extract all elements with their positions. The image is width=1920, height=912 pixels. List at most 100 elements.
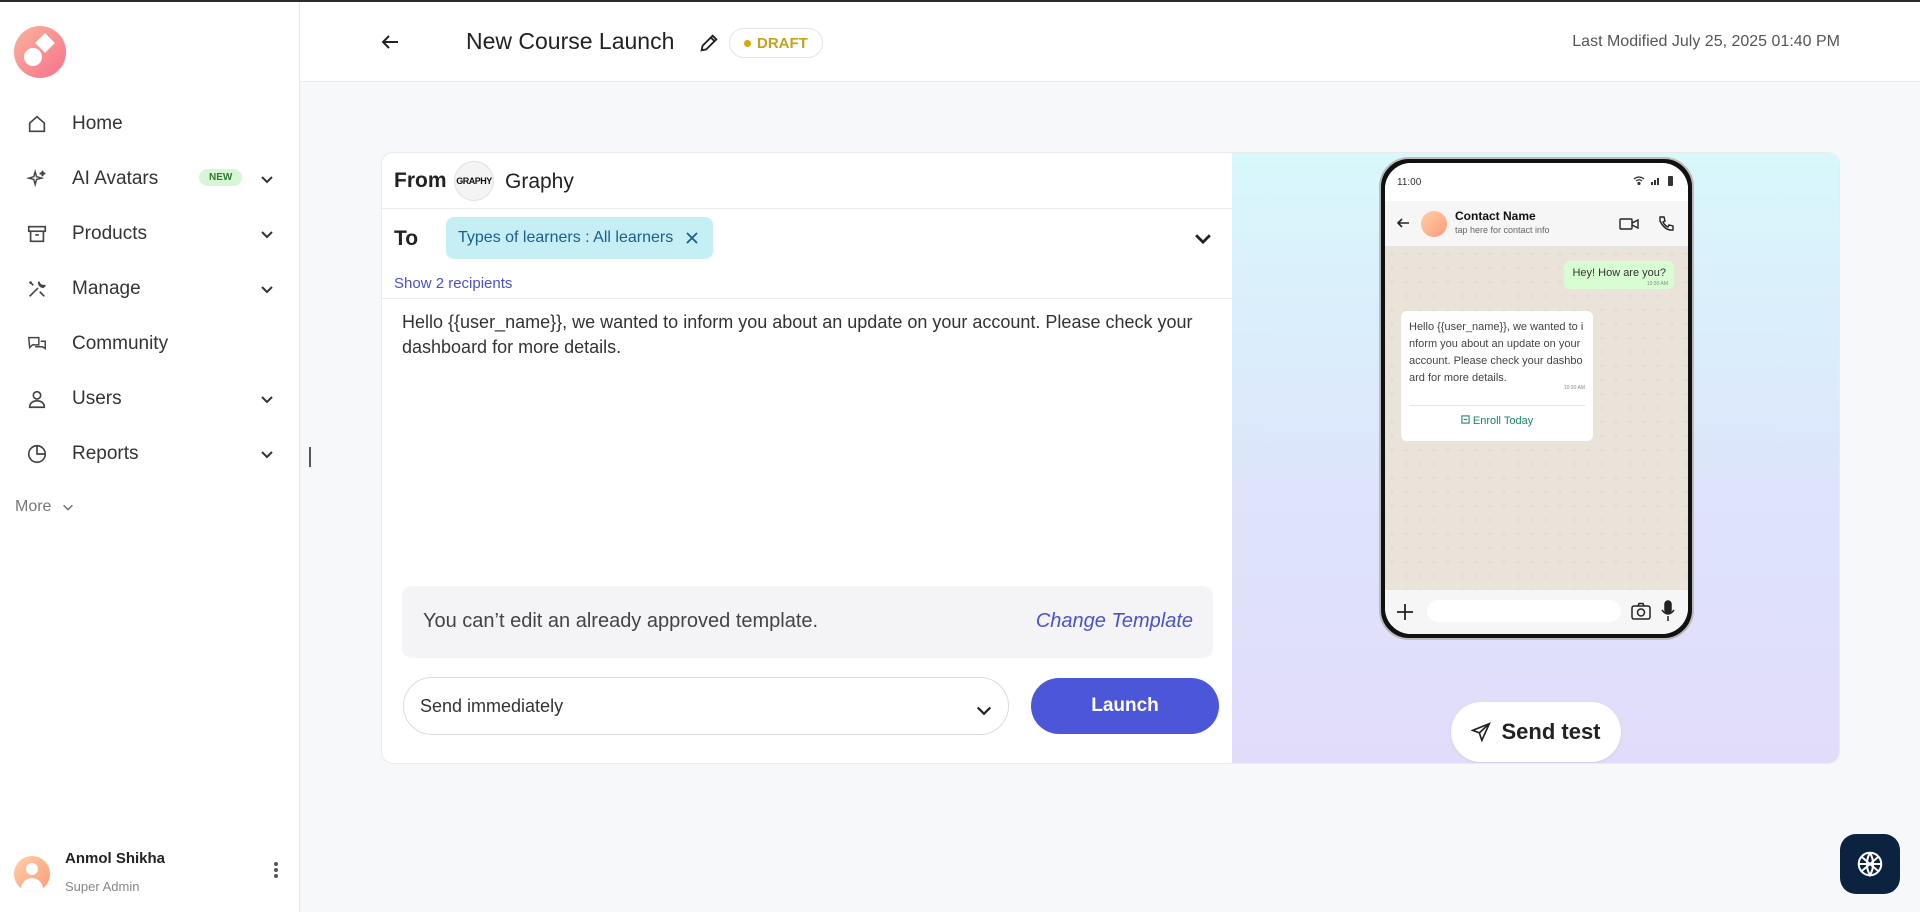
show-recipients-link[interactable]: Show 2 recipients [394,275,512,292]
sender-name: Graphy [505,170,574,193]
launch-button[interactable]: Launch [1031,678,1219,734]
user-role: Super Admin [65,879,140,894]
sidebar-item-label: Products [72,223,147,244]
chevron-down-icon[interactable] [256,443,278,465]
help-widget-button[interactable] [1840,834,1900,894]
sidebar-item-products[interactable]: Products [0,212,300,256]
sidebar-resize-handle[interactable] [309,447,311,467]
message-body[interactable]: Hello {{user_name}}, we wanted to inform… [402,310,1212,360]
divider [382,298,1232,299]
chevron-down-icon [63,504,74,511]
battery-icon [1668,176,1673,186]
chevron-down-icon[interactable] [256,223,278,245]
chevron-down-icon[interactable] [256,278,278,300]
sparkles-icon [25,167,49,191]
sidebar-item-label: Manage [72,278,141,299]
sidebar-item-community[interactable]: Community [0,322,300,366]
chevron-down-icon[interactable] [256,168,278,190]
from-label: From [394,169,447,192]
message-time: 10:30 AM [1646,281,1668,287]
chat-bubbles-icon [25,332,49,356]
signal-icon [1651,178,1659,185]
globe-icon [1857,851,1883,878]
sidebar-item-home[interactable]: Home [0,102,300,146]
sidebar: Home AI Avatars NEW Products Manage Comm… [0,2,300,912]
sidebar-item-label: AI Avatars [72,168,159,189]
contact-avatar [1421,211,1447,237]
outgoing-message: Hey! How are you? 10:30 AM [1564,261,1674,289]
status-label: DRAFT [757,34,808,52]
user-name: Anmol Shikha [65,850,166,867]
chat-body: Hey! How are you? 10:30 AM Hello {{user_… [1385,247,1688,590]
phone-mockup: 11:00 Contact Name tap here for contact … [1379,157,1694,640]
notice-text: You can’t edit an already approved templ… [423,610,819,632]
page-title: New Course Launch [466,28,675,54]
sidebar-item-label: Home [72,113,123,134]
paper-plane-icon [1471,722,1492,742]
enroll-cta-button[interactable]: Enroll Today [1401,415,1593,427]
avatar [14,856,50,892]
message-time: 10:30 AM [1563,385,1585,391]
camera-icon[interactable] [1631,602,1651,620]
enroll-cta-label: Enroll Today [1472,415,1534,427]
home-icon [25,112,49,136]
incoming-message: Hello {{user_name}}, we wanted to inform… [1401,311,1593,441]
sidebar-item-label: Community [72,333,169,354]
wifi-icon [1633,176,1645,185]
send-test-button[interactable]: Send test [1451,702,1621,762]
status-icons [1633,175,1674,186]
kebab-menu-icon[interactable] [268,858,284,882]
recipient-chip[interactable]: Types of learners : All learners [446,217,714,259]
message-editor: From GRAPHY Graphy To Types of learners … [382,153,1232,763]
sidebar-item-users[interactable]: Users [0,377,300,421]
schedule-select[interactable]: Send immediately [403,677,1009,735]
chat-input[interactable] [1427,600,1621,622]
outgoing-text: Hey! How are you? [1572,267,1666,279]
sidebar-item-ai-avatars[interactable]: AI Avatars NEW [0,157,300,201]
video-call-icon[interactable] [1619,215,1639,233]
more-label: More [15,498,52,515]
user-profile[interactable]: Anmol Shikha Super Admin [14,844,294,900]
incoming-text: Hello {{user_name}}, we wanted to inform… [1409,321,1584,384]
external-link-icon [1461,415,1470,424]
last-modified: Last Modified July 25, 2025 01:40 PM [1572,33,1840,50]
page-header: New Course Launch DRAFT Last Modified Ju… [300,2,1920,82]
back-arrow-icon[interactable] [378,30,402,54]
preview-panel: 11:00 Contact Name tap here for contact … [1232,153,1839,763]
microphone-icon[interactable] [1661,600,1675,622]
to-label: To [394,227,419,250]
template-notice: You can’t edit an already approved templ… [402,586,1213,658]
sidebar-item-reports[interactable]: Reports [0,432,300,476]
app-logo[interactable] [14,26,66,78]
more-toggle[interactable]: More [15,498,75,516]
from-row: From GRAPHY Graphy [382,153,1232,209]
close-icon[interactable] [683,229,701,247]
change-template-link[interactable]: Change Template [1036,610,1193,633]
pencil-icon[interactable] [698,32,720,54]
contact-subtitle: tap here for contact info [1455,225,1550,235]
sender-logo: GRAPHY [454,161,494,201]
phone-statusbar: 11:00 [1385,163,1688,201]
sidebar-item-label: Reports [72,443,139,464]
archive-icon [25,222,49,246]
chevron-down-icon[interactable] [1192,227,1214,249]
user-icon [25,387,49,411]
chevron-down-icon[interactable] [256,388,278,410]
phone-icon[interactable] [1657,215,1675,233]
back-arrow-icon[interactable] [1395,215,1411,231]
to-row: To Types of learners : All learners [382,209,1232,269]
recipient-chip-label: Types of learners : All learners [458,229,674,246]
divider [1409,405,1585,406]
status-time: 11:00 [1397,177,1422,188]
send-test-label: Send test [1501,719,1601,744]
plus-icon[interactable] [1395,602,1415,622]
phone-screen: 11:00 Contact Name tap here for contact … [1385,163,1688,634]
schedule-value: Send immediately [420,696,564,716]
chevron-down-icon [976,706,992,716]
sidebar-item-label: Users [72,388,122,409]
sidebar-item-manage[interactable]: Manage [0,267,300,311]
contact-name: Contact Name [1455,209,1536,223]
chat-composer [1385,590,1688,634]
chat-header: Contact Name tap here for contact info [1385,201,1688,247]
status-dot [744,39,751,47]
